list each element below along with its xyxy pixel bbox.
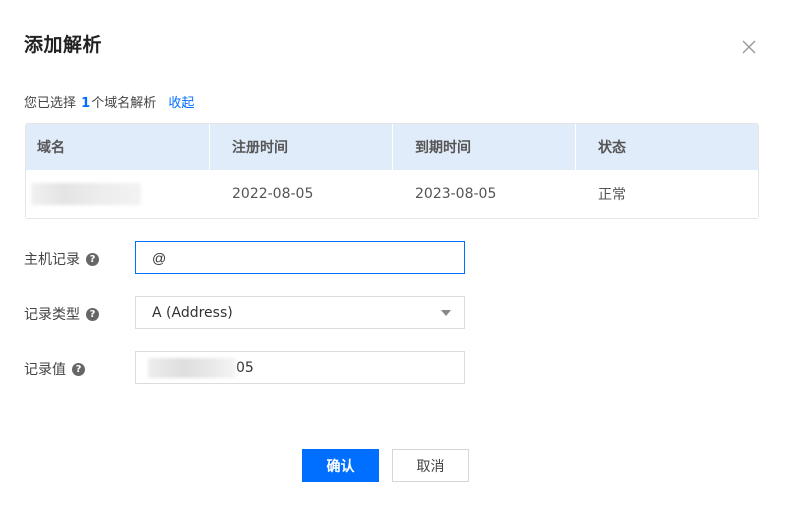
redacted-value — [148, 357, 236, 378]
collapse-link[interactable]: 收起 — [168, 96, 194, 111]
domain-table: 域名 注册时间 到期时间 状态 2022-08-05 2023-08-05 正常 — [25, 123, 759, 219]
status-badge: 正常 — [598, 187, 626, 203]
header-domain: 域名 — [37, 140, 65, 156]
caret-down-icon — [441, 310, 451, 316]
record-value-suffix: 05 — [236, 359, 254, 376]
record-value-label-text: 记录值 — [24, 362, 66, 378]
cancel-button[interactable]: 取消 — [392, 449, 469, 482]
table-row: 2022-08-05 2023-08-05 正常 — [26, 170, 758, 218]
confirm-button[interactable]: 确认 — [302, 449, 379, 482]
dialog-title: 添加解析 — [24, 34, 103, 56]
record-value-label: 记录值 ? — [24, 359, 85, 379]
host-record-label-text: 主机记录 — [24, 252, 80, 268]
summary-prefix: 您已选择 — [24, 96, 81, 111]
redacted-domain — [31, 183, 141, 205]
record-type-select[interactable]: A (Address) — [135, 296, 465, 329]
record-type-value: A (Address) — [152, 304, 233, 321]
header-status: 状态 — [575, 124, 758, 170]
expires-cell: 2023-08-05 — [415, 186, 497, 202]
close-icon[interactable] — [740, 38, 758, 56]
domain-cell — [26, 170, 209, 218]
selected-count: 1 — [81, 96, 91, 111]
host-record-label: 主机记录 ? — [24, 249, 99, 269]
host-record-input[interactable] — [135, 241, 465, 274]
help-icon[interactable]: ? — [86, 307, 99, 321]
table-header: 域名 注册时间 到期时间 状态 — [26, 124, 758, 170]
record-value-input[interactable]: 05 — [135, 351, 465, 384]
summary-suffix: 个域名解析 — [91, 96, 157, 111]
record-type-label: 记录类型 ? — [24, 304, 99, 324]
selection-summary: 您已选择 1个域名解析 收起 — [24, 92, 194, 111]
header-registered: 注册时间 — [209, 124, 392, 170]
host-record-field[interactable] — [152, 249, 464, 266]
record-type-label-text: 记录类型 — [24, 307, 80, 323]
help-icon[interactable]: ? — [72, 362, 85, 376]
header-expires: 到期时间 — [392, 124, 575, 170]
registered-cell: 2022-08-05 — [232, 186, 314, 202]
help-icon[interactable]: ? — [86, 252, 99, 266]
